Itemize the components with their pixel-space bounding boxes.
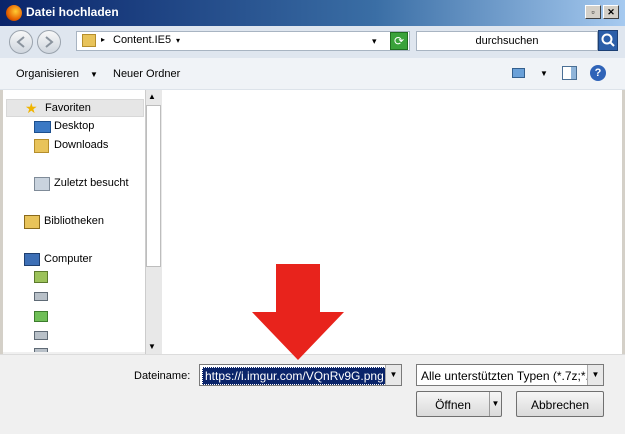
network-drive-icon[interactable] xyxy=(34,311,48,322)
network-drive-icon[interactable] xyxy=(34,292,48,301)
view-dropdown-icon[interactable]: ▼ xyxy=(540,69,548,78)
help-icon[interactable]: ? xyxy=(590,65,606,81)
open-dropdown-icon[interactable]: ▼ xyxy=(489,392,501,416)
filename-value[interactable]: https://i.imgur.com/VQnRv9G.png xyxy=(202,367,387,385)
breadcrumb-chevron-icon[interactable]: ▸ xyxy=(101,35,105,44)
forward-button[interactable] xyxy=(37,30,61,54)
open-label: Öffnen xyxy=(435,398,471,412)
recent-places-icon xyxy=(34,177,50,191)
chevron-down-icon: ▼ xyxy=(90,70,98,79)
filetype-dropdown-icon[interactable]: ▼ xyxy=(587,365,603,385)
scroll-down-icon[interactable]: ▼ xyxy=(148,342,156,351)
filetype-select[interactable]: Alle unterstützten Typen (*.7z;*. ▼ xyxy=(416,364,604,386)
nav-item-computer[interactable]: Computer xyxy=(6,251,144,269)
filename-field[interactable]: https://i.imgur.com/VQnRv9G.png ▼ xyxy=(199,364,402,386)
nav-item-desktop[interactable]: Desktop xyxy=(6,118,144,136)
downloads-folder-icon xyxy=(34,139,49,153)
desktop-icon xyxy=(34,121,51,133)
filename-label: Dateiname: xyxy=(134,370,191,382)
nav-item-recent[interactable]: Zuletzt besucht xyxy=(6,175,144,193)
view-icon[interactable] xyxy=(512,68,525,78)
preview-pane-icon[interactable] xyxy=(562,66,577,80)
open-button[interactable]: Öffnen ▼ xyxy=(416,391,502,417)
filename-dropdown-icon[interactable]: ▼ xyxy=(385,365,401,385)
close-button[interactable]: ✕ xyxy=(603,5,619,19)
file-list-area[interactable] xyxy=(162,90,622,354)
nav-item-downloads[interactable]: Downloads xyxy=(6,137,144,155)
organize-label: Organisieren xyxy=(16,68,79,80)
network-drive-icon[interactable] xyxy=(34,348,48,352)
red-arrow-annotation xyxy=(252,264,344,360)
back-button[interactable] xyxy=(9,30,33,54)
nav-label: Downloads xyxy=(54,139,109,151)
nav-item-favorites[interactable]: ★ Favoriten xyxy=(6,99,144,117)
address-path[interactable]: Content.IE5 xyxy=(113,34,171,46)
nav-label: Zuletzt besucht xyxy=(54,177,129,189)
search-button[interactable] xyxy=(598,30,618,51)
drive-icon[interactable] xyxy=(34,271,48,283)
filetype-value: Alle unterstützten Typen (*.7z;*. xyxy=(421,369,589,383)
nav-label: Computer xyxy=(44,253,93,265)
forward-arrow-icon xyxy=(45,36,54,48)
search-icon xyxy=(601,33,615,47)
back-arrow-icon xyxy=(16,36,25,48)
folder-icon xyxy=(82,34,96,47)
nav-label: Bibliotheken xyxy=(44,215,104,227)
computer-icon xyxy=(24,253,40,266)
libraries-icon xyxy=(24,215,40,229)
address-history-dropdown-icon[interactable]: ▾ xyxy=(372,36,377,47)
cancel-button[interactable]: Abbrechen xyxy=(516,391,604,417)
scroll-up-icon[interactable]: ▲ xyxy=(148,92,156,101)
scrollbar-thumb[interactable] xyxy=(146,105,161,267)
restore-button[interactable]: ▫ xyxy=(585,5,601,19)
nav-label: Favoriten xyxy=(45,102,91,114)
firefox-icon xyxy=(6,5,22,21)
red-arrow-shape xyxy=(252,264,344,360)
search-input[interactable]: durchsuchen xyxy=(416,31,598,51)
star-icon: ★ xyxy=(25,100,38,116)
search-placeholder: durchsuchen xyxy=(475,35,539,47)
refresh-icon[interactable]: ⟳ xyxy=(390,32,408,50)
path-dropdown-icon[interactable]: ▾ xyxy=(176,36,180,45)
organize-button[interactable]: Organisieren ▼ xyxy=(16,68,98,80)
network-drive-icon[interactable] xyxy=(34,331,48,340)
cancel-label: Abbrechen xyxy=(530,398,590,412)
new-folder-button[interactable]: Neuer Ordner xyxy=(113,68,180,80)
nav-label: Desktop xyxy=(54,120,95,132)
window-title: Datei hochladen xyxy=(26,5,119,19)
nav-item-libraries[interactable]: Bibliotheken xyxy=(6,213,144,231)
